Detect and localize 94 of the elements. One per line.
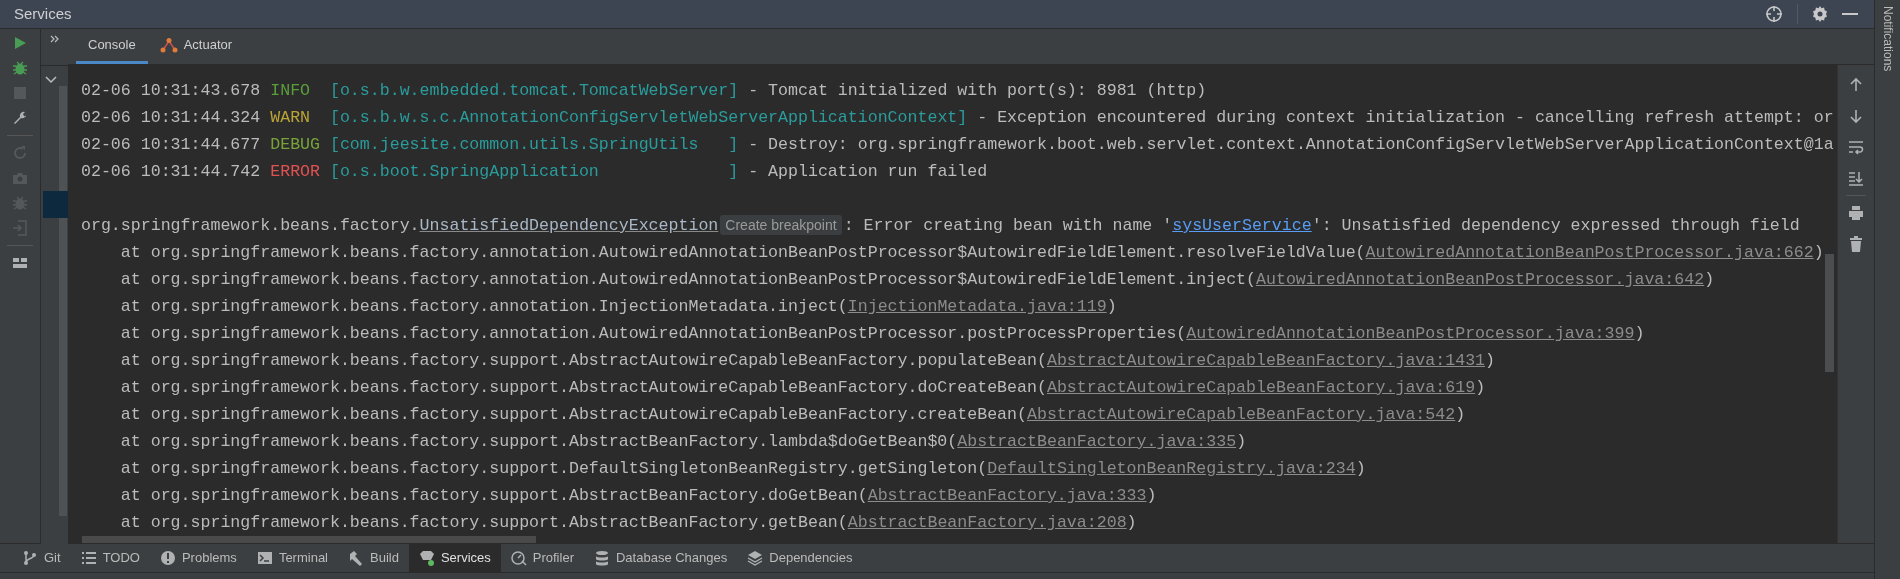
crosshair-icon[interactable]: [1765, 5, 1783, 23]
delete-icon[interactable]: [1848, 236, 1864, 252]
timestamp: 02-06 10:31:43.678: [81, 81, 261, 100]
stack-frame-end: ): [1106, 297, 1117, 316]
stack-frame: at org.springframework.beans.factory.support.AbstractAutowireCapableBeanFactory.doCreateBean(: [120, 378, 1047, 397]
log-message: - Destroy: org.springframework.boot.web.servlet.context.AnnotationConfigServletWebServerApplicationContext@1a: [748, 135, 1834, 154]
stack-frame: at org.springframework.beans.factory.annotation.InjectionMetadata.inject(: [120, 297, 848, 316]
list-icon: [80, 550, 97, 566]
stack-frame: at org.springframework.beans.factory.support.AbstractBeanFactory.lambda$doGetBean$0(: [120, 432, 958, 451]
tab[interactable]: Actuator: [147, 29, 245, 64]
tool-window-tab[interactable]: Problems: [149, 544, 247, 572]
hammer-icon: [348, 550, 364, 566]
tool-window-tab[interactable]: Database Changes: [583, 544, 738, 572]
file-link[interactable]: AutowiredAnnotationBeanPostProcessor.java:662: [1365, 243, 1814, 262]
stack-frame: at org.springframework.beans.factory.annotation.AutowiredAnnotationBeanPostProcessor$AutowiredFieldElement.resolveFieldValue(: [120, 243, 1366, 262]
stack-frame-end: ): [1813, 243, 1824, 262]
profiler-icon: [510, 550, 527, 566]
soft-wrap-icon[interactable]: [1848, 139, 1864, 155]
logger-name: [o.s.b.w.s.c.AnnotationConfigServletWebServerApplicationContext]: [329, 108, 968, 127]
arrow-down-icon[interactable]: [1848, 108, 1864, 124]
settings-icon[interactable]: [1812, 6, 1828, 22]
stack-frame: at org.springframework.beans.factory.annotation.AutowiredAnnotationBeanPostProcessor$AutowiredFieldElement.inject(: [120, 270, 1257, 289]
file-link[interactable]: AbstractAutowireCapableBeanFactory.java:1431: [1046, 351, 1486, 370]
tool-window-tab[interactable]: Dependencies: [737, 544, 863, 572]
horizontal-scrollbar[interactable]: [82, 536, 536, 543]
stack-frame-end: ): [1236, 432, 1247, 451]
scroll-to-end-icon[interactable]: [1848, 170, 1864, 186]
timestamp: 02-06 10:31:44.677: [81, 135, 261, 154]
layers-icon: [747, 550, 764, 566]
stack-frame-end: ): [1704, 270, 1715, 289]
services-icon: [418, 550, 435, 566]
print-icon[interactable]: [1848, 205, 1864, 221]
log-level: ERROR: [270, 161, 321, 183]
stack-frame: at org.springframework.beans.factory.support.DefaultSingletonBeanRegistry.getSingleton(: [120, 459, 988, 478]
bug-icon[interactable]: [12, 60, 28, 76]
exception-text: : Error creating bean with name ': [843, 216, 1173, 235]
tool-window-tab[interactable]: TODO: [70, 544, 150, 572]
expand-icon[interactable]: [49, 35, 60, 43]
file-link[interactable]: AbstractAutowireCapableBeanFactory.java:542: [1027, 405, 1456, 424]
terminal-icon: [256, 550, 273, 566]
database-icon: [593, 550, 610, 566]
stack-frame: at org.springframework.beans.factory.support.AbstractAutowireCapableBeanFactory.createBean(: [120, 405, 1027, 424]
timestamp: 02-06 10:31:44.742: [81, 162, 261, 181]
class-link[interactable]: UnsatisfiedDependencyException: [419, 216, 719, 235]
log-message: - Application run failed: [748, 162, 988, 181]
log-level: INFO: [270, 80, 312, 102]
tool-window-tab[interactable]: Git: [12, 544, 71, 572]
file-link[interactable]: DefaultSingletonBeanRegistry.java:234: [987, 459, 1356, 478]
log-message: - Tomcat initialized with port(s): 8981 (http): [748, 81, 1207, 100]
log-level: DEBUG: [270, 134, 321, 156]
file-link[interactable]: AbstractAutowireCapableBeanFactory.java:619: [1046, 378, 1476, 397]
nodes-icon: [159, 37, 178, 53]
log-message: - Exception encountered during context initialization - cancelling refresh attempt: or: [977, 108, 1834, 127]
stack-frame-end: ): [1126, 513, 1137, 532]
stack-frame: at org.springframework.beans.factory.support.AbstractBeanFactory.getBean(: [120, 513, 848, 532]
stack-frame-end: ): [1455, 405, 1466, 424]
timestamp: 02-06 10:31:44.324: [81, 108, 261, 127]
tool-window-tab[interactable]: Profiler: [500, 544, 584, 572]
logger-name: [o.s.boot.SpringApplication ]: [329, 162, 739, 181]
stack-frame-end: ): [1634, 324, 1645, 343]
file-link[interactable]: AbstractBeanFactory.java:333: [867, 486, 1147, 505]
exception-text: ': Unsatisfied dependency expressed through field: [1311, 216, 1800, 235]
file-link[interactable]: AbstractBeanFactory.java:335: [957, 432, 1237, 451]
stack-frame-end: ): [1475, 378, 1486, 397]
stack-frame: at org.springframework.beans.factory.support.AbstractAutowireCapableBeanFactory.populateBean(: [120, 351, 1047, 370]
vertical-scrollbar[interactable]: [1825, 254, 1834, 372]
bean-link[interactable]: sysUserService: [1172, 216, 1312, 235]
arrow-up-icon[interactable]: [1848, 77, 1864, 93]
play-icon[interactable]: [12, 35, 28, 51]
chevron-down-icon[interactable]: [45, 76, 57, 84]
log-level: WARN: [270, 107, 312, 129]
stack-frame: at org.springframework.beans.factory.support.AbstractBeanFactory.doGetBean(: [120, 486, 868, 505]
tree-scrollbar[interactable]: [59, 86, 67, 516]
logger-name: [com.jeesite.common.utils.SpringUtils ]: [329, 135, 739, 154]
create-breakpoint-hint[interactable]: Create breakpoint: [720, 215, 842, 235]
file-link[interactable]: InjectionMetadata.java:119: [847, 297, 1107, 316]
stack-frame: at org.springframework.beans.factory.annotation.AutowiredAnnotationBeanPostProcessor.postProcessProperties(: [120, 324, 1187, 343]
wrench-icon[interactable]: [12, 110, 28, 126]
tool-window-tab[interactable]: Build: [338, 544, 409, 572]
layout-icon[interactable]: [12, 255, 28, 271]
file-link[interactable]: AutowiredAnnotationBeanPostProcessor.java:642: [1256, 270, 1705, 289]
file-link[interactable]: AbstractBeanFactory.java:208: [847, 513, 1127, 532]
logger-name: [o.s.b.w.embedded.tomcat.TomcatWebServer]: [329, 81, 739, 100]
stack-frame-end: ): [1355, 459, 1366, 478]
file-link[interactable]: AutowiredAnnotationBeanPostProcessor.java:399: [1186, 324, 1635, 343]
stack-frame-end: ): [1146, 486, 1157, 505]
branch-icon: [22, 550, 38, 566]
tool-window-tab[interactable]: Terminal: [246, 544, 338, 572]
notifications-label[interactable]: Notifications: [1878, 6, 1897, 72]
warning-icon: [159, 550, 176, 566]
tool-window-tab[interactable]: Services: [408, 544, 501, 572]
exception-text: org.springframework.beans.factory.: [81, 216, 420, 235]
window-title: Services: [14, 3, 72, 24]
stack-frame-end: ): [1485, 351, 1496, 370]
